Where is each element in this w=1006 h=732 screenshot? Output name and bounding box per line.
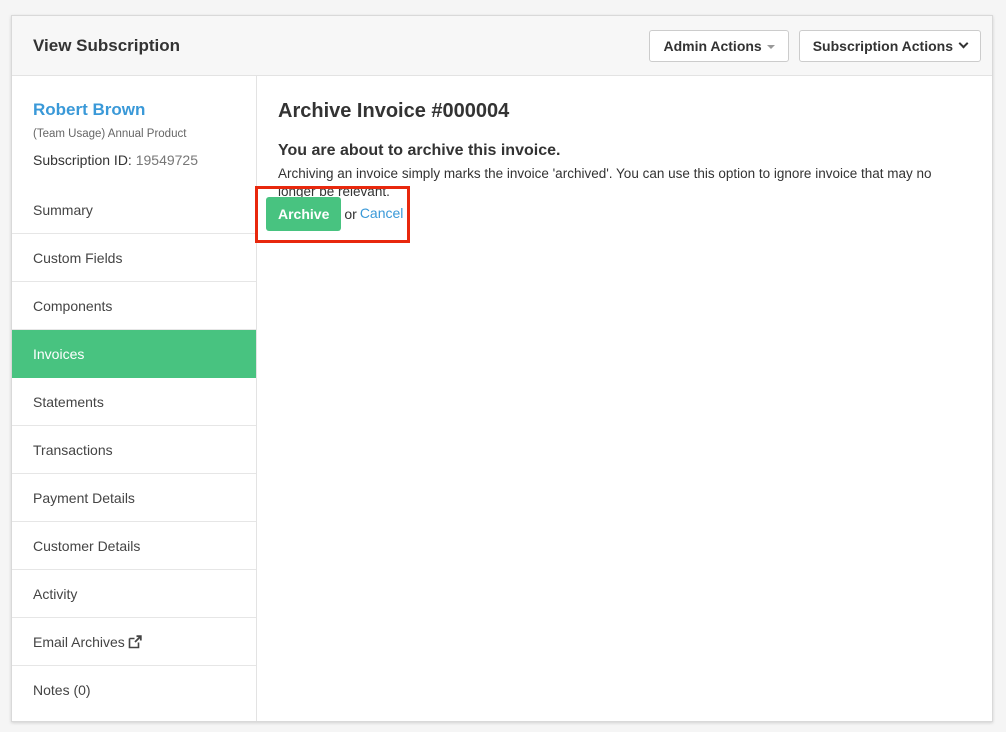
- sidebar-item-label: Payment Details: [33, 489, 135, 506]
- sidebar-nav: Summary Custom Fields Components Invoice…: [12, 186, 256, 714]
- admin-actions-label: Admin Actions: [663, 37, 762, 54]
- sidebar-item-label: Summary: [33, 201, 93, 218]
- panel-header: View Subscription Admin Actions Subscrip…: [12, 16, 992, 76]
- subscription-id-label: Subscription ID:: [33, 152, 132, 168]
- admin-actions-button[interactable]: Admin Actions: [649, 29, 789, 62]
- subscription-id: Subscription ID: 19549725: [33, 152, 235, 168]
- chevron-down-icon: [958, 38, 969, 49]
- external-link-icon: [128, 634, 142, 648]
- sidebar-item-invoices[interactable]: Invoices: [12, 330, 256, 378]
- subscription-id-value: 19549725: [135, 152, 199, 168]
- sidebar-item-summary[interactable]: Summary: [12, 186, 256, 234]
- subscription-actions-button[interactable]: Subscription Actions: [798, 29, 981, 62]
- page-title: View Subscription: [33, 35, 181, 55]
- sidebar-item-label: Customer Details: [33, 537, 141, 554]
- sidebar-item-custom-fields[interactable]: Custom Fields: [12, 234, 256, 282]
- sidebar-item-label: Components: [33, 297, 113, 314]
- customer-info: Robert Brown (Team Usage) Annual Product…: [12, 76, 256, 186]
- archive-invoice-title: Archive Invoice #000004: [278, 100, 510, 122]
- sidebar-item-notes[interactable]: Notes (0): [12, 666, 256, 714]
- sidebar-item-label: Notes (0): [33, 682, 91, 698]
- sidebar-item-label: Transactions: [33, 441, 113, 458]
- archive-button[interactable]: Archive: [266, 197, 342, 231]
- sidebar-item-components[interactable]: Components: [12, 282, 256, 330]
- sidebar-item-label: Invoices: [33, 345, 85, 362]
- sidebar-item-transactions[interactable]: Transactions: [12, 426, 256, 474]
- archive-actions: Archive or Cancel: [266, 197, 403, 231]
- sidebar-item-statements[interactable]: Statements: [12, 378, 256, 426]
- cancel-link[interactable]: Cancel: [360, 205, 404, 221]
- or-text: or: [344, 206, 357, 222]
- customer-name-link[interactable]: Robert Brown: [33, 100, 235, 120]
- subscription-actions-label: Subscription Actions: [812, 37, 953, 54]
- sidebar-item-label: Activity: [33, 585, 78, 602]
- sidebar-item-email-archives[interactable]: Email Archives: [12, 618, 256, 666]
- sidebar-item-activity[interactable]: Activity: [12, 570, 256, 618]
- sidebar-item-label: Statements: [33, 393, 104, 410]
- product-name: (Team Usage) Annual Product: [33, 128, 187, 140]
- sidebar-item-customer-details[interactable]: Customer Details: [12, 522, 256, 570]
- panel-body: Robert Brown (Team Usage) Annual Product…: [12, 76, 992, 721]
- sidebar: Robert Brown (Team Usage) Annual Product…: [12, 76, 257, 721]
- archive-confirm-heading: You are about to archive this invoice.: [278, 142, 561, 159]
- sidebar-item-payment-details[interactable]: Payment Details: [12, 474, 256, 522]
- caret-down-icon: [766, 44, 775, 49]
- subscription-panel: View Subscription Admin Actions Subscrip…: [11, 15, 993, 722]
- main-content: Archive Invoice #000004 You are about to…: [257, 76, 992, 721]
- sidebar-item-label: Custom Fields: [33, 249, 123, 266]
- sidebar-item-label: Email Archives: [33, 633, 125, 650]
- header-actions: Admin Actions Subscription Actions: [649, 29, 981, 62]
